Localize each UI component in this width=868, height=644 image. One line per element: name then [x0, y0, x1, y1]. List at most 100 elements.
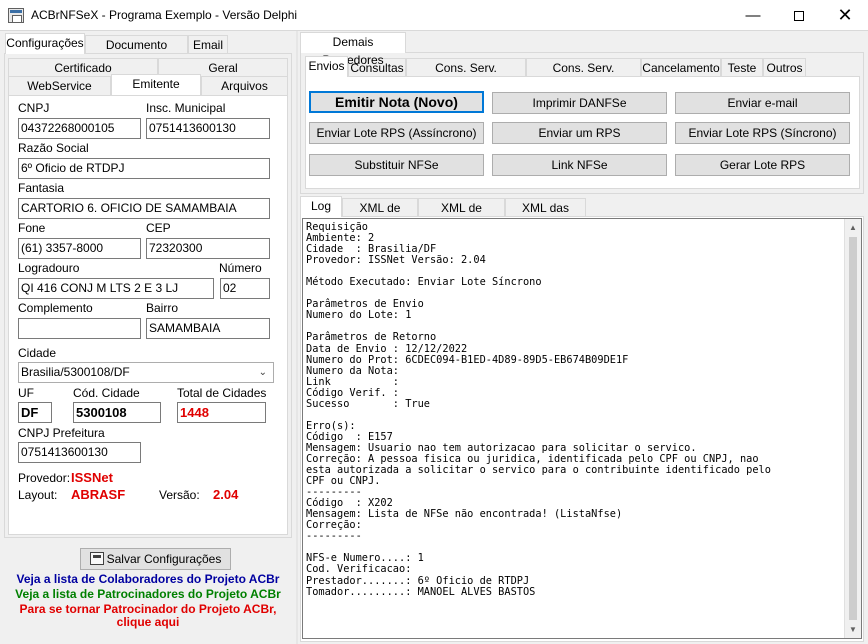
- tab-outros[interactable]: Outros: [763, 58, 806, 77]
- versao-value: 2.04: [213, 487, 239, 502]
- log-line: Método Executado: Enviar Lote Síncrono: [306, 276, 542, 289]
- versao-label: Versão:: [159, 488, 200, 502]
- log-line: Sucesso : True: [306, 397, 430, 410]
- subtab-emitente[interactable]: Emitente: [111, 74, 201, 95]
- enviar-lote-assincrono-button[interactable]: Enviar Lote RPS (Assíncrono): [309, 122, 484, 144]
- tab-teste[interactable]: Teste: [721, 58, 763, 77]
- uf-label: UF: [18, 386, 34, 400]
- log-line: Numero da Nota:: [306, 364, 399, 377]
- bairro-label: Bairro: [146, 301, 179, 315]
- enviar-um-rps-button[interactable]: Enviar um RPS: [492, 122, 667, 144]
- tab-xml-envio[interactable]: XML de Envio: [342, 198, 418, 233]
- log-line: Correção:: [306, 519, 362, 532]
- logradouro-input[interactable]: QI 416 CONJ M LTS 2 E 3 LJ: [18, 278, 214, 299]
- cod-cidade-label: Cód. Cidade: [73, 386, 140, 400]
- patrocinadores-link[interactable]: Veja a lista de Patrocinadores do Projet…: [4, 587, 292, 601]
- app-icon: [8, 8, 24, 23]
- save-icon: [89, 552, 104, 565]
- substituir-nfse-button[interactable]: Substituir NFSe: [309, 154, 484, 176]
- log-line: Provedor: ISSNet Versão: 2.04: [306, 254, 486, 267]
- tab-xml-retorno[interactable]: XML de Retorno: [418, 198, 505, 233]
- scroll-thumb[interactable]: [849, 237, 857, 620]
- maximize-button[interactable]: [776, 0, 822, 31]
- tab-log[interactable]: Log: [300, 196, 342, 217]
- log-line: Parâmetros de Retorno: [306, 331, 437, 344]
- numero-label: Número: [219, 261, 262, 275]
- cep-label: CEP: [146, 221, 171, 235]
- tab-configuracoes[interactable]: Configurações: [5, 33, 85, 54]
- cep-input[interactable]: 72320300: [146, 238, 270, 259]
- tab-email[interactable]: Email: [188, 35, 228, 54]
- tornar-patrocinador-link-1[interactable]: Para se tornar Patrocinador do Projeto A…: [4, 602, 292, 616]
- provedor-value: ISSNet: [71, 470, 113, 485]
- provedor-label: Provedor:: [18, 471, 71, 485]
- log-line: Tomador.........: MANOEL ALVES BASTOS: [306, 585, 536, 598]
- cnpj-input[interactable]: 04372268000105: [18, 118, 141, 139]
- tab-envios[interactable]: Envios: [305, 56, 348, 77]
- log-line: esta autorizada a solicitar o servico pa…: [306, 464, 771, 477]
- uf-input[interactable]: DF: [18, 402, 52, 423]
- logradouro-label: Logradouro: [18, 261, 80, 275]
- fantasia-input[interactable]: CARTORIO 6. OFICIO DE SAMAMBAIA: [18, 198, 270, 219]
- scroll-up-icon[interactable]: ▲: [845, 219, 861, 236]
- layout-label: Layout:: [18, 488, 58, 502]
- imprimir-danfse-button[interactable]: Imprimir DANFSe: [492, 92, 667, 114]
- scroll-down-icon[interactable]: ▼: [845, 621, 861, 638]
- razao-social-input[interactable]: 6º Oficio de RTDPJ: [18, 158, 270, 179]
- log-line: Numero do Lote: 1: [306, 309, 412, 322]
- tab-cons-serv-tomados[interactable]: Cons. Serv. Tomados: [526, 58, 641, 93]
- enviar-lote-sincrono-button[interactable]: Enviar Lote RPS (Síncrono): [675, 122, 850, 144]
- log-line: Data de Envio : 12/12/2022: [306, 342, 468, 355]
- enviar-email-button[interactable]: Enviar e-mail: [675, 92, 850, 114]
- emitir-nota-button[interactable]: Emitir Nota (Novo): [309, 91, 484, 113]
- insc-municipal-label: Insc. Municipal: [146, 101, 226, 115]
- subtab-webservice[interactable]: WebService: [8, 76, 111, 95]
- minimize-button[interactable]: —: [730, 0, 776, 31]
- subtab-arquivos[interactable]: Arquivos: [201, 76, 288, 95]
- log-line: Numero do Prot: 6CDEC094-B1ED-4D89-89D5-…: [306, 353, 629, 366]
- tab-cons-serv-prestados[interactable]: Cons. Serv. Prestados: [406, 58, 526, 93]
- cnpj-prefeitura-input[interactable]: 0751413600130: [18, 442, 141, 463]
- log-scrollbar[interactable]: ▲ ▼: [844, 219, 861, 638]
- close-icon: ✕: [837, 5, 853, 25]
- fone-input[interactable]: (61) 3357-8000: [18, 238, 141, 259]
- log-text: Requisição Ambiente: 2 Cidade : Brasilia/D…: [303, 219, 861, 598]
- layout-value: ABRASF: [71, 487, 126, 502]
- gerar-lote-rps-button[interactable]: Gerar Lote RPS: [675, 154, 850, 176]
- insc-municipal-input[interactable]: 0751413600130: [146, 118, 270, 139]
- cidade-select-value: Brasilia/5300108/DF: [21, 365, 130, 379]
- log-memo[interactable]: Requisição Ambiente: 2 Cidade : Brasilia/D…: [302, 218, 862, 639]
- cnpj-prefeitura-label: CNPJ Prefeitura: [18, 426, 105, 440]
- tornar-patrocinador-link-2[interactable]: clique aqui: [4, 615, 292, 629]
- tab-cancelamento[interactable]: Cancelamento: [641, 58, 721, 77]
- tab-documento-auxiliar[interactable]: Documento Auxiliar: [85, 35, 188, 70]
- log-line: Prestador.......: 6º Oficio de RTDPJ: [306, 574, 530, 587]
- log-line: ---------: [306, 530, 362, 543]
- fantasia-label: Fantasia: [18, 181, 65, 195]
- link-nfse-button[interactable]: Link NFSe: [492, 154, 667, 176]
- complemento-label: Complemento: [18, 301, 93, 315]
- close-button[interactable]: ✕: [822, 0, 868, 31]
- numero-input[interactable]: 02: [220, 278, 270, 299]
- razao-social-label: Razão Social: [18, 141, 89, 155]
- log-line: CPF ou CNPJ.: [306, 475, 381, 488]
- bairro-input[interactable]: SAMAMBAIA: [146, 318, 270, 339]
- colaboradores-link[interactable]: Veja a lista de Colaboradores do Projeto…: [4, 572, 292, 586]
- cidade-select[interactable]: Brasilia/5300108/DF ⌄: [18, 362, 274, 383]
- cidade-label: Cidade: [18, 346, 57, 360]
- salvar-label: Salvar Configurações: [106, 552, 222, 566]
- total-cidades-label: Total de Cidades: [177, 386, 267, 400]
- splitter[interactable]: [296, 31, 298, 644]
- tab-demais-provedores[interactable]: Demais Provedores: [300, 32, 406, 67]
- complemento-input[interactable]: [18, 318, 141, 339]
- total-cidades-input[interactable]: 1448: [177, 402, 266, 423]
- chevron-down-icon: ⌄: [258, 367, 267, 378]
- fone-label: Fone: [18, 221, 46, 235]
- tab-xml-notas[interactable]: XML das Notas: [505, 198, 586, 233]
- cod-cidade-input[interactable]: 5300108: [73, 402, 161, 423]
- salvar-configuracoes-button[interactable]: Salvar Configurações: [80, 548, 231, 570]
- log-line: Cod. Verificacao:: [306, 563, 412, 576]
- cnpj-label: CNPJ: [18, 101, 50, 115]
- maximize-icon: [794, 10, 804, 21]
